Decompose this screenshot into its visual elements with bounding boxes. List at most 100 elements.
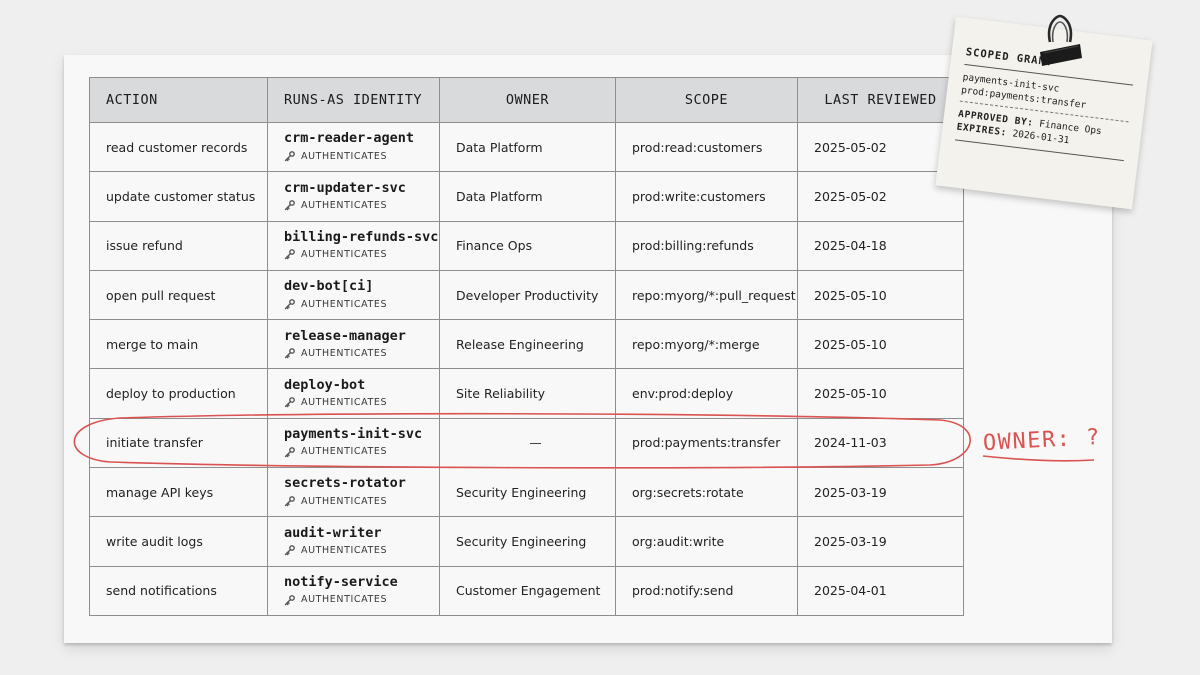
- auth-badge: AUTHENTICATES: [284, 594, 439, 606]
- auth-badge: AUTHENTICATES: [284, 298, 439, 310]
- action-cell: merge to main: [89, 319, 268, 370]
- identity-name: secrets-rotator: [284, 475, 406, 492]
- identity-cell: payments-init-svc AUTHENTICATES: [267, 417, 440, 469]
- scope-cell: org:secrets:rotate: [615, 467, 798, 518]
- table-row: merge to main release-manager AUTHENTICA…: [89, 319, 964, 370]
- table-row: read customer records crm-reader-agent A…: [89, 121, 964, 173]
- auth-badge: AUTHENTICATES: [284, 545, 439, 556]
- action-cell: read customer records: [89, 121, 268, 173]
- owner-cell: Site Reliability: [439, 368, 616, 419]
- identity-cell: audit-writer AUTHENTICATES: [267, 516, 440, 567]
- auth-badge: AUTHENTICATES: [284, 150, 439, 162]
- identity-cell: release-manager AUTHENTICATES: [267, 319, 440, 370]
- header-scope: SCOPE: [615, 77, 798, 123]
- dash-icon: [530, 443, 541, 445]
- auth-label: AUTHENTICATES: [301, 545, 388, 557]
- reviewed-cell: 2025-05-10: [797, 319, 964, 370]
- action-cell: manage API keys: [89, 467, 268, 518]
- owner-cell: Data Platform: [439, 121, 616, 173]
- identity-name: crm-updater-svc: [284, 179, 406, 196]
- identity-cell: billing-refunds-svc AUTHENTICATES: [267, 220, 440, 271]
- header-last-reviewed: LAST REVIEWED: [797, 77, 964, 123]
- identity-cell: crm-updater-svc AUTHENTICATES: [267, 171, 440, 222]
- identity-cell: secrets-rotator AUTHENTICATES: [267, 467, 440, 518]
- auth-badge: AUTHENTICATES: [284, 496, 439, 507]
- table-row: open pull request dev-bot[ci] AUTHENTICA…: [89, 269, 964, 321]
- key-icon: [284, 446, 295, 458]
- identity-name: dev-bot[ci]: [284, 278, 374, 295]
- binder-clip-icon: [1040, 14, 1082, 66]
- header-owner: OWNER: [439, 77, 616, 123]
- table-row: issue refund billing-refunds-svc AUTHENT…: [89, 220, 964, 271]
- action-cell: open pull request: [89, 269, 268, 321]
- auth-label: AUTHENTICATES: [301, 446, 388, 458]
- reviewed-cell: 2025-03-19: [797, 516, 964, 567]
- identity-name: deploy-bot: [284, 376, 366, 393]
- auth-label: AUTHENTICATES: [301, 150, 388, 162]
- table-row: manage API keys secrets-rotator AUTHENTI…: [89, 467, 964, 518]
- auth-badge: AUTHENTICATES: [284, 200, 439, 211]
- header-identity: RUNS-AS IDENTITY: [267, 77, 440, 123]
- scope-cell: prod:notify:send: [615, 565, 798, 616]
- auth-badge: AUTHENTICATES: [284, 249, 439, 260]
- identity-name: payments-init-svc: [284, 426, 423, 443]
- owner-cell: Security Engineering: [439, 467, 616, 518]
- reviewed-cell: 2024-11-03: [797, 417, 964, 469]
- reviewed-cell: 2025-04-18: [797, 220, 964, 271]
- identity-name: notify-service: [284, 574, 398, 591]
- reviewed-cell: 2025-05-10: [797, 368, 964, 419]
- action-cell: deploy to production: [89, 368, 268, 419]
- key-icon: [284, 496, 295, 507]
- scope-cell: prod:payments:transfer: [615, 417, 798, 469]
- action-cell: send notifications: [89, 565, 268, 616]
- action-cell: write audit logs: [89, 516, 268, 567]
- action-cell: issue refund: [89, 220, 268, 271]
- owner-cell: Data Platform: [439, 171, 616, 222]
- identity-name: billing-refunds-svc: [284, 228, 439, 245]
- header-action: ACTION: [89, 77, 268, 123]
- auth-label: AUTHENTICATES: [301, 397, 388, 409]
- action-cell: update customer status: [89, 171, 268, 222]
- owner-cell: Security Engineering: [439, 516, 616, 567]
- scope-cell: repo:myorg/*:pull_request: [615, 269, 798, 321]
- identity-cell: notify-service AUTHENTICATES: [267, 565, 440, 616]
- scope-cell: prod:billing:refunds: [615, 220, 798, 271]
- identity-cell: dev-bot[ci] AUTHENTICATES: [267, 269, 440, 321]
- table-row: write audit logs audit-writer AUTHENTICA…: [89, 516, 964, 567]
- key-icon: [284, 545, 295, 556]
- owner-cell: [439, 417, 616, 469]
- scope-cell: prod:read:customers: [615, 121, 798, 173]
- auth-label: AUTHENTICATES: [301, 199, 388, 211]
- key-icon: [284, 298, 295, 310]
- table-row: update customer status crm-updater-svc A…: [89, 171, 964, 222]
- key-icon: [284, 150, 295, 162]
- auth-label: AUTHENTICATES: [301, 298, 388, 310]
- table-row: send notifications notify-service AUTHEN…: [89, 565, 964, 616]
- owner-cell: Customer Engagement: [439, 565, 616, 616]
- auth-badge: AUTHENTICATES: [284, 446, 439, 458]
- owner-cell: Finance Ops: [439, 220, 616, 271]
- auth-badge: AUTHENTICATES: [284, 348, 439, 359]
- key-icon: [284, 397, 295, 408]
- key-icon: [284, 348, 295, 359]
- key-icon: [284, 249, 295, 260]
- identity-cell: crm-reader-agent AUTHENTICATES: [267, 121, 440, 173]
- scope-cell: prod:write:customers: [615, 171, 798, 222]
- reviewed-cell: 2025-04-01: [797, 565, 964, 616]
- identity-access-table: ACTION RUNS-AS IDENTITY OWNER SCOPE LAST…: [89, 77, 964, 616]
- table-row: deploy to production deploy-bot AUTHENTI…: [89, 368, 964, 419]
- identity-name: crm-reader-agent: [284, 130, 415, 147]
- reviewed-cell: 2025-05-10: [797, 269, 964, 321]
- reviewed-cell: 2025-03-19: [797, 467, 964, 518]
- auth-badge: AUTHENTICATES: [284, 397, 439, 408]
- owner-cell: Release Engineering: [439, 319, 616, 370]
- auth-label: AUTHENTICATES: [301, 249, 388, 261]
- identity-cell: deploy-bot AUTHENTICATES: [267, 368, 440, 419]
- action-cell: initiate transfer: [89, 417, 268, 469]
- auth-label: AUTHENTICATES: [301, 594, 388, 606]
- identity-name: audit-writer: [284, 524, 382, 541]
- key-icon: [284, 594, 295, 606]
- auth-label: AUTHENTICATES: [301, 347, 388, 359]
- key-icon: [284, 200, 295, 211]
- scope-cell: env:prod:deploy: [615, 368, 798, 419]
